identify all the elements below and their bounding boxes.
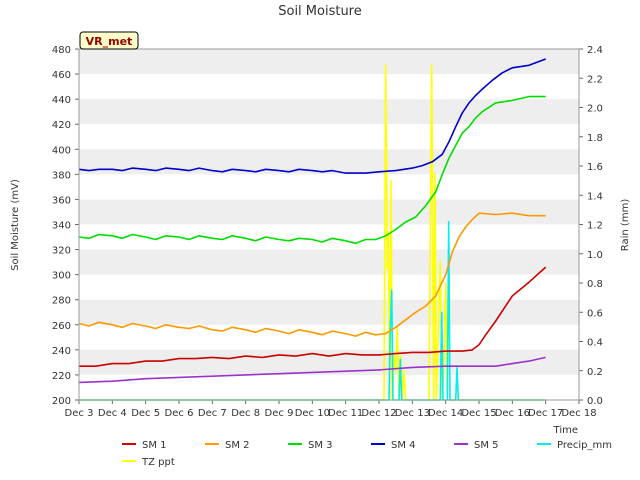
- site-label-box: VR_met: [79, 31, 139, 50]
- right-tick-label: 1.4: [587, 191, 603, 202]
- x-tick-label: Dec 14: [428, 408, 463, 419]
- left-tick-label: 220: [52, 371, 71, 382]
- grid-bands: [79, 49, 579, 375]
- legend-label: SM 2: [225, 440, 250, 451]
- x-tick-label: Dec 11: [328, 408, 363, 419]
- left-tick-label: 240: [52, 346, 71, 357]
- right-tick-label: 1.6: [587, 162, 603, 173]
- right-tick-label: 2.0: [587, 104, 603, 115]
- right-tick-label: 0.0: [587, 396, 603, 407]
- left-tick-label: 480: [52, 45, 71, 56]
- left-axis-label: Soil Moisture (mV): [10, 179, 21, 271]
- x-axis-label: Time: [553, 425, 578, 436]
- left-tick-label: 340: [52, 221, 71, 232]
- right-tick-label: 0.8: [587, 279, 603, 290]
- left-tick-label: 320: [52, 246, 71, 257]
- site-label: VR_met: [86, 35, 133, 48]
- legend-label: SM 4: [391, 440, 416, 451]
- legend-label: SM 1: [142, 440, 167, 451]
- right-tick-label: 0.6: [587, 308, 603, 319]
- x-tick-label: Dec 3: [65, 408, 94, 419]
- left-tick-label: 300: [52, 271, 71, 282]
- grid-band: [79, 199, 579, 225]
- left-tick-label: 280: [52, 296, 71, 307]
- x-tick-label: Dec 9: [265, 408, 294, 419]
- legend-label: Precip_mm: [557, 440, 612, 451]
- right-tick-label: 1.2: [587, 221, 603, 232]
- left-tick-label: 400: [52, 145, 71, 156]
- x-tick-label: Dec 16: [495, 408, 530, 419]
- grid-band: [79, 99, 579, 125]
- x-tick-label: Dec 5: [131, 408, 160, 419]
- legend-label: SM 5: [474, 440, 499, 451]
- x-tick-label: Dec 17: [528, 408, 563, 419]
- soil-moisture-chart: Soil Moisture Dec 3 Dec 4 Dec 5 Dec 6 Dec 7 D…: [10, 4, 631, 468]
- left-tick-label: 360: [52, 195, 71, 206]
- x-tick-label: Dec 7: [198, 408, 227, 419]
- grid-band: [79, 249, 579, 275]
- x-tick-label: Dec 10: [295, 408, 330, 419]
- right-axis-ticks: 0.0 0.2 0.4 0.6 0.8 1.0 1.2 1.4 1.6 1.8 2.0 2.2 2.4: [579, 45, 603, 407]
- right-tick-label: 0.2: [587, 367, 603, 378]
- right-tick-label: 1.8: [587, 133, 603, 144]
- right-tick-label: 2.2: [587, 74, 603, 85]
- right-axis-label: Rain (mm): [620, 199, 631, 252]
- legend-label: TZ ppt: [141, 457, 175, 468]
- legend-label: SM 3: [308, 440, 333, 451]
- x-tick-label: Dec 12: [361, 408, 396, 419]
- x-tick-label: Dec 13: [395, 408, 430, 419]
- x-tick-label: Dec 15: [461, 408, 496, 419]
- x-tick-label: Dec 4: [98, 408, 127, 419]
- chart-title: Soil Moisture: [278, 4, 362, 19]
- left-tick-label: 420: [52, 120, 71, 131]
- x-tick-label: Dec 6: [165, 408, 194, 419]
- left-axis-ticks: 200 220 240 260 280 300 320 340 360 380 400 420 440 4…: [52, 45, 79, 407]
- left-tick-label: 440: [52, 95, 71, 106]
- x-tick-label: Dec 8: [231, 408, 260, 419]
- right-tick-label: 0.4: [587, 338, 603, 349]
- x-axis-ticks: Dec 3 Dec 4 Dec 5 Dec 6 Dec 7 Dec 8 Dec 9 Dec 1…: [65, 400, 597, 419]
- left-tick-label: 380: [52, 170, 71, 181]
- x-tick-label: Dec 18: [561, 408, 596, 419]
- grid-band: [79, 49, 579, 75]
- left-tick-label: 200: [52, 396, 71, 407]
- grid-band: [79, 299, 579, 325]
- right-tick-label: 2.4: [587, 45, 603, 56]
- right-tick-label: 1.0: [587, 250, 603, 261]
- left-tick-label: 460: [52, 70, 71, 81]
- legend: SM 1 SM 2 SM 3 SM 4 SM 5 Precip_mm TZ ppt: [122, 440, 612, 468]
- left-tick-label: 260: [52, 321, 71, 332]
